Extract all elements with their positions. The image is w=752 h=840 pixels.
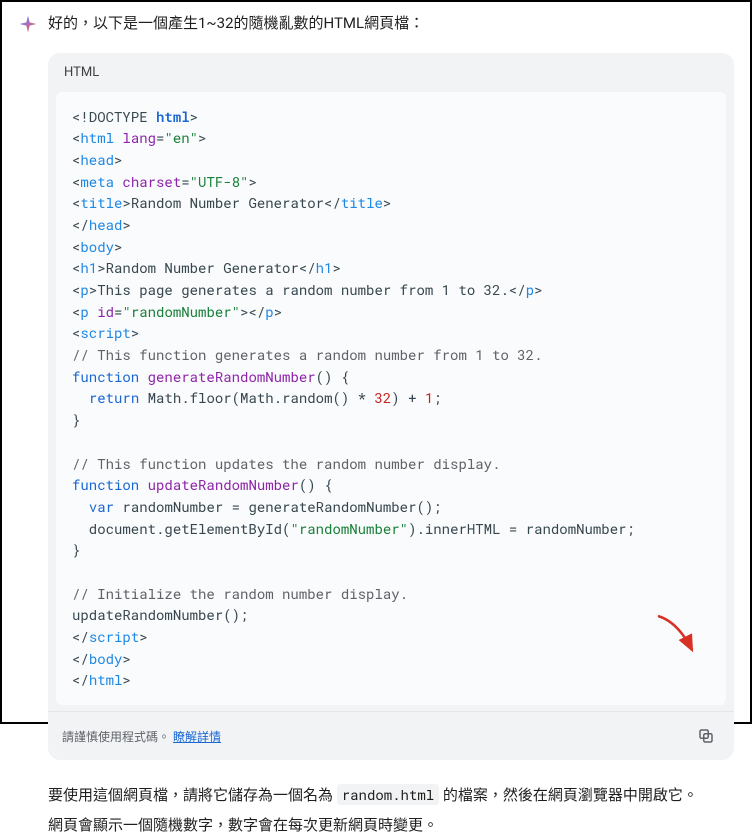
code-body[interactable]: <!DOCTYPE html> <html lang="en"> <head> … <box>56 92 726 706</box>
filename-code: random.html <box>337 784 439 805</box>
learn-more-link[interactable]: 瞭解詳情 <box>173 730 221 744</box>
copy-button[interactable] <box>692 722 720 750</box>
sparkle-icon <box>18 14 38 34</box>
outro-text: 要使用這個網頁檔，請將它儲存為一個名為 random.html 的檔案，然後在網… <box>48 780 734 840</box>
code-footer: 請謹慎使用程式碼。 瞭解詳情 <box>48 711 734 760</box>
outro-line-2: 網頁會顯示一個隨機數字，數字會在每次更新網頁時變更。 <box>48 810 734 840</box>
code-warning-text: 請謹慎使用程式碼。 <box>62 730 170 744</box>
code-card: HTML <!DOCTYPE html> <html lang="en"> <h… <box>48 53 734 761</box>
copy-icon <box>697 727 715 745</box>
conversation-panel: 好的，以下是一個產生1~32的隨機亂數的HTML網頁檔： HTML <!DOCT… <box>0 0 752 724</box>
outro-line-1: 要使用這個網頁檔，請將它儲存為一個名為 random.html 的檔案，然後在網… <box>48 780 734 810</box>
code-warning: 請謹慎使用程式碼。 瞭解詳情 <box>62 728 221 745</box>
intro-text: 好的，以下是一個產生1~32的隨機亂數的HTML網頁檔： <box>48 12 424 35</box>
code-language-label: HTML <box>48 53 734 84</box>
intro-row: 好的，以下是一個產生1~32的隨機亂數的HTML網頁檔： <box>18 12 734 35</box>
